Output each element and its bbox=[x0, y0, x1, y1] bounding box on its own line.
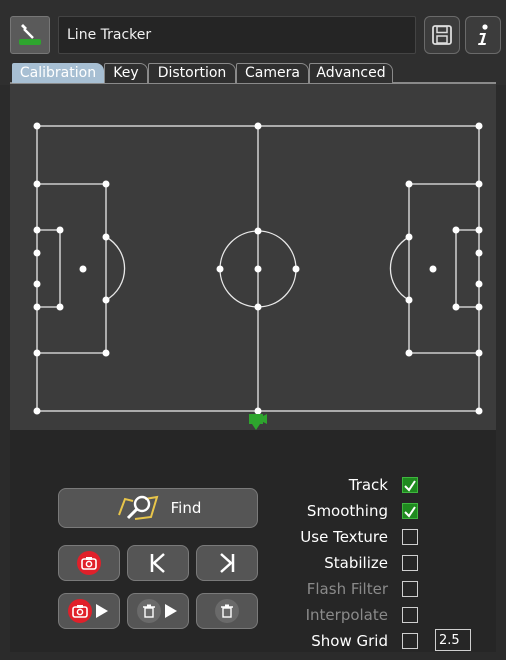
right-goal-box bbox=[455, 229, 479, 308]
stabilize-checkbox[interactable] bbox=[402, 555, 418, 571]
calibration-point bbox=[33, 180, 41, 188]
calibration-point bbox=[405, 180, 413, 188]
check-icon bbox=[404, 480, 416, 492]
tab-key[interactable]: Key bbox=[104, 63, 148, 83]
camera-icon bbox=[77, 551, 101, 575]
calibration-point bbox=[475, 407, 483, 415]
center-spot bbox=[254, 265, 262, 273]
calibration-point bbox=[254, 303, 262, 311]
calibration-point bbox=[452, 226, 460, 234]
calibration-point bbox=[254, 122, 262, 130]
flash-filter-checkbox[interactable] bbox=[402, 581, 418, 597]
calibration-point bbox=[405, 296, 413, 304]
penalty-spot bbox=[429, 265, 437, 273]
calibration-point bbox=[33, 303, 41, 311]
stabilize-label: Stabilize bbox=[324, 554, 388, 572]
record-play-icon bbox=[68, 599, 108, 623]
calibration-point bbox=[102, 180, 110, 188]
calibration-point bbox=[405, 349, 413, 357]
calibration-point bbox=[475, 280, 483, 288]
calibration-point bbox=[475, 249, 483, 257]
previous-key-icon bbox=[150, 553, 165, 573]
calibration-point bbox=[475, 180, 483, 188]
line-tracker-app-icon bbox=[19, 24, 41, 45]
calibration-point bbox=[33, 280, 41, 288]
calibration-point bbox=[475, 303, 483, 311]
delete-play-icon bbox=[137, 599, 177, 623]
tab-advanced[interactable]: Advanced bbox=[309, 63, 393, 83]
pitch-calibration-canvas[interactable] bbox=[10, 84, 496, 430]
calibration-point bbox=[405, 233, 413, 241]
find-icon bbox=[117, 495, 159, 520]
project-title-field[interactable]: Line Tracker bbox=[58, 16, 416, 54]
calibration-point bbox=[102, 233, 110, 241]
save-icon bbox=[432, 25, 452, 45]
pitch-diagram bbox=[33, 122, 483, 430]
calibration-point bbox=[56, 226, 64, 234]
find-button[interactable]: Find bbox=[58, 488, 258, 528]
right-penalty-arc bbox=[389, 236, 410, 301]
calibration-point bbox=[254, 227, 262, 235]
smoothing-label: Smoothing bbox=[306, 502, 388, 520]
use-texture-checkbox[interactable] bbox=[402, 529, 418, 545]
calibration-point bbox=[33, 407, 41, 415]
calibration-point bbox=[33, 249, 41, 257]
delete-icon bbox=[215, 599, 239, 623]
left-penalty-arc bbox=[105, 236, 126, 301]
interpolate-checkbox[interactable] bbox=[402, 607, 418, 623]
calibration-point bbox=[33, 349, 41, 357]
calibration-point bbox=[102, 349, 110, 357]
calibration-point bbox=[56, 303, 64, 311]
tab-distortion[interactable]: Distortion bbox=[148, 63, 236, 83]
info-icon bbox=[478, 24, 488, 45]
track-checkbox[interactable] bbox=[402, 477, 418, 493]
calibration-point bbox=[102, 296, 110, 304]
camera-position-icon bbox=[249, 414, 267, 430]
tab-camera[interactable]: Camera bbox=[236, 63, 309, 83]
next-key-button[interactable] bbox=[196, 545, 258, 581]
calibration-point bbox=[452, 303, 460, 311]
calibration-point bbox=[254, 407, 262, 415]
show-grid-checkbox[interactable] bbox=[402, 633, 418, 649]
right-penalty-box bbox=[408, 183, 479, 354]
save-button[interactable] bbox=[424, 16, 460, 54]
delete-play-button[interactable] bbox=[127, 593, 189, 629]
show-grid-label: Show Grid bbox=[311, 632, 388, 650]
left-penalty-box bbox=[37, 183, 107, 354]
calibration-point bbox=[475, 226, 483, 234]
penalty-spot bbox=[79, 265, 87, 273]
calibration-point bbox=[292, 265, 300, 273]
previous-key-button[interactable] bbox=[127, 545, 189, 581]
interpolate-label: Interpolate bbox=[305, 606, 388, 624]
grid-size-input[interactable] bbox=[435, 629, 471, 651]
left-goal-box bbox=[37, 229, 61, 308]
delete-key-button[interactable] bbox=[196, 593, 258, 629]
calibration-point bbox=[475, 349, 483, 357]
app-icon-button[interactable] bbox=[10, 16, 50, 54]
tab-calibration[interactable]: Calibration bbox=[12, 63, 104, 83]
record-play-button[interactable] bbox=[58, 593, 120, 629]
smoothing-checkbox[interactable] bbox=[402, 503, 418, 519]
capture-key-button[interactable] bbox=[58, 545, 120, 581]
check-icon bbox=[404, 506, 416, 518]
flash-filter-label: Flash Filter bbox=[306, 580, 388, 598]
use-texture-label: Use Texture bbox=[300, 528, 388, 546]
calibration-point bbox=[216, 265, 224, 273]
track-label: Track bbox=[348, 476, 388, 494]
calibration-point bbox=[33, 122, 41, 130]
info-button[interactable] bbox=[465, 16, 501, 54]
calibration-point bbox=[33, 226, 41, 234]
next-key-icon bbox=[220, 553, 235, 573]
calibration-point bbox=[475, 122, 483, 130]
find-label: Find bbox=[170, 499, 202, 517]
